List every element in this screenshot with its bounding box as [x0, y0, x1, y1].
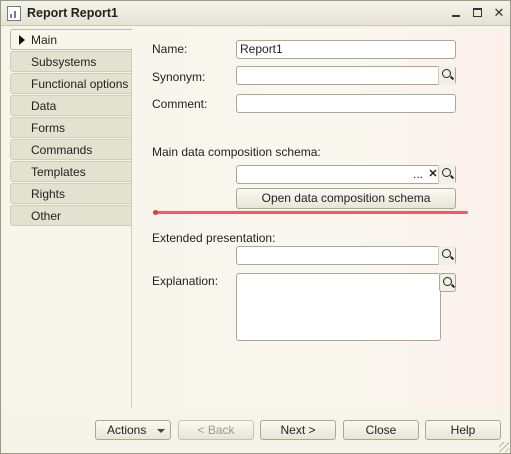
tab-label: Functional options [31, 77, 129, 91]
report-app-icon [7, 6, 21, 21]
tab-templates[interactable]: Templates [10, 161, 131, 182]
comment-field[interactable] [236, 94, 456, 113]
tab-subsystems[interactable]: Subsystems [10, 51, 131, 72]
actions-label: Actions [107, 423, 147, 437]
extended-presentation-label: Extended presentation: [152, 231, 276, 245]
chevron-down-icon [157, 429, 165, 433]
search-icon [442, 168, 451, 177]
explanation-label: Explanation: [152, 274, 219, 288]
tab-main[interactable]: Main [10, 29, 132, 50]
tab-label: Commands [31, 143, 93, 157]
extended-presentation-field[interactable] [236, 246, 456, 265]
tab-label: Other [31, 209, 62, 223]
search-icon [443, 277, 452, 286]
name-label: Name: [152, 42, 188, 56]
search-icon [442, 69, 451, 78]
schema-label: Main data composition schema: [152, 145, 321, 159]
tab-list: Main Subsystems Functional options Data … [10, 29, 132, 227]
highlight-underline [153, 210, 468, 215]
synonym-label: Synonym: [152, 70, 206, 84]
tab-divider [131, 30, 132, 408]
open-schema-button[interactable]: Open data composition schema [236, 188, 456, 209]
help-button[interactable]: Help [425, 420, 501, 440]
tab-other[interactable]: Other [10, 205, 131, 226]
window-title: Report Report1 [27, 6, 118, 20]
close-window-icon[interactable]: ✕ [491, 5, 507, 21]
schema-field[interactable]: ... ✕ [236, 165, 456, 184]
title-bar[interactable]: Report Report1 ✕ [1, 1, 510, 26]
schema-search-button[interactable] [438, 165, 455, 184]
extended-presentation-search-button[interactable] [438, 246, 455, 265]
comment-label: Comment: [152, 97, 208, 111]
tab-label: Main [31, 33, 58, 47]
tab-rights[interactable]: Rights [10, 183, 131, 204]
back-button[interactable]: < Back [178, 420, 254, 440]
close-button[interactable]: Close [343, 420, 419, 440]
tab-label: Rights [31, 187, 66, 201]
synonym-search-button[interactable] [438, 66, 455, 85]
tab-commands[interactable]: Commands [10, 139, 131, 160]
tab-label: Data [31, 99, 57, 113]
minimize-icon[interactable] [448, 5, 464, 21]
resize-grip[interactable] [499, 442, 509, 452]
tab-forms[interactable]: Forms [10, 117, 131, 138]
active-tab-arrow-icon [19, 35, 25, 45]
ellipsis-button[interactable]: ... [411, 165, 425, 184]
synonym-field[interactable] [236, 66, 456, 85]
explanation-textarea[interactable] [236, 273, 441, 341]
search-icon [442, 249, 451, 258]
actions-dropdown-button[interactable]: Actions [95, 420, 171, 440]
tab-label: Subsystems [31, 55, 97, 69]
tab-data[interactable]: Data [10, 95, 131, 116]
name-field[interactable]: Report1 [236, 40, 456, 59]
tab-label: Templates [31, 165, 86, 179]
next-button[interactable]: Next > [260, 420, 336, 440]
tab-label: Forms [31, 121, 65, 135]
explanation-search-button[interactable] [439, 273, 456, 292]
maximize-icon[interactable] [470, 5, 486, 21]
tab-functional-options[interactable]: Functional options [10, 73, 131, 94]
